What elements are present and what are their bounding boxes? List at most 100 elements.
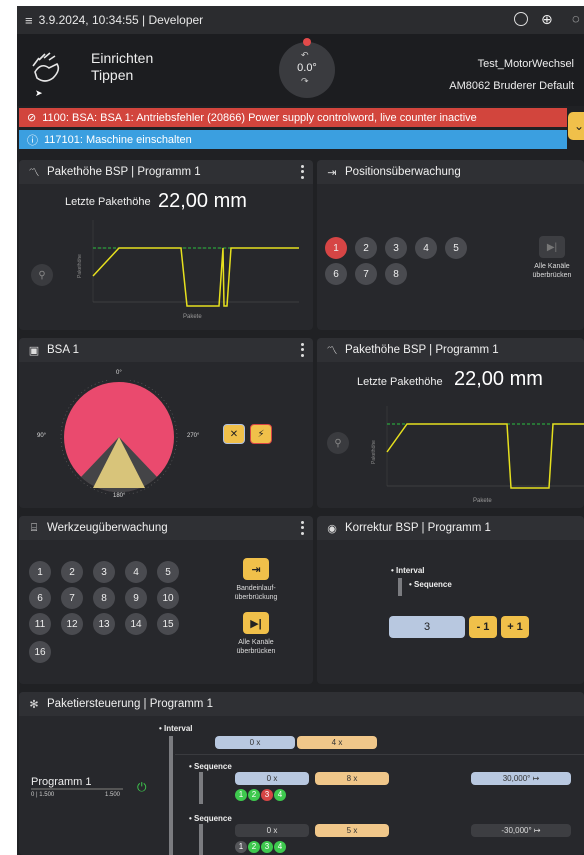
step-4[interactable]: 4 bbox=[274, 841, 286, 853]
sequence-bar bbox=[398, 578, 402, 596]
chart-icon: 〽 bbox=[326, 345, 338, 357]
power-toggle-icon[interactable]: ⏻ bbox=[137, 780, 147, 795]
value: 22,00 mm bbox=[454, 368, 543, 390]
step-4[interactable]: 4 bbox=[274, 789, 286, 801]
info-icon: ⓘ bbox=[27, 134, 38, 147]
channel-4[interactable]: 4 bbox=[125, 561, 147, 583]
step-1[interactable]: 1 bbox=[235, 789, 247, 801]
minus-button[interactable]: - 1 bbox=[469, 616, 497, 638]
band-bypass-button[interactable]: ⇥ bbox=[243, 558, 269, 580]
step-2[interactable]: 2 bbox=[248, 789, 260, 801]
angle-right: 270° bbox=[187, 433, 200, 439]
channel-5[interactable]: 5 bbox=[445, 237, 467, 259]
card-title: Pakethöhe BSP | Programm 1 bbox=[47, 166, 201, 178]
interval-b[interactable]: 4 x bbox=[297, 736, 377, 749]
zoom-icon[interactable]: ⚲ bbox=[31, 264, 53, 286]
gear-icon: ✻ bbox=[29, 698, 39, 711]
channel-1[interactable]: 1 bbox=[325, 237, 347, 259]
globe-icon[interactable]: ⊕ bbox=[541, 11, 553, 28]
channel-7[interactable]: 7 bbox=[355, 263, 377, 285]
program-slider[interactable] bbox=[31, 788, 123, 790]
sequence2-bar bbox=[199, 824, 203, 855]
channel-1[interactable]: 1 bbox=[29, 561, 51, 583]
bypass-all-button[interactable]: ▶| bbox=[243, 612, 269, 634]
mode-line1: Einrichten bbox=[91, 50, 154, 66]
bypass-button[interactable]: ▶| bbox=[539, 236, 565, 258]
alerts-expand-button[interactable]: ⌄ bbox=[568, 112, 584, 140]
app-screen: ≡ 3.9.2024, 10:34:55 | Developer ⊕ ◌ Ein… bbox=[17, 6, 584, 855]
channel-8[interactable]: 8 bbox=[93, 587, 115, 609]
card-werkzeug: ⌸ Werkzeugüberwachung 1 2 3 4 5 6 7 8 9 … bbox=[19, 516, 313, 684]
interval-a[interactable]: 0 x bbox=[215, 736, 295, 749]
channel-9[interactable]: 9 bbox=[125, 587, 147, 609]
mode-line2: Tippen bbox=[91, 67, 134, 83]
channel-7[interactable]: 7 bbox=[61, 587, 83, 609]
top-bar: ≡ 3.9.2024, 10:34:55 | Developer ⊕ ◌ bbox=[17, 6, 584, 34]
channel-11[interactable]: 11 bbox=[29, 613, 51, 635]
sequence1-steps: 1 2 3 4 bbox=[235, 789, 287, 801]
y-axis-label: Pakethöhe bbox=[77, 254, 83, 278]
plus-button[interactable]: + 1 bbox=[501, 616, 529, 638]
more-icon[interactable] bbox=[297, 164, 307, 180]
bypass-all-label: Alle Kanäle überbrücken bbox=[236, 639, 276, 655]
more-icon[interactable] bbox=[297, 342, 307, 358]
channel-14[interactable]: 14 bbox=[125, 613, 147, 635]
channel-6[interactable]: 6 bbox=[29, 587, 51, 609]
card-title: Werkzeugüberwachung bbox=[47, 522, 168, 534]
x-axis-label: Pakete bbox=[183, 314, 202, 320]
angle-dial[interactable]: ↶ 0.0° ↷ bbox=[279, 38, 335, 98]
alert-error[interactable]: ⊘ 1100: BSA: BSA 1: Antriebsfehler (2086… bbox=[19, 108, 567, 127]
power-icon[interactable]: ◌ bbox=[572, 11, 580, 26]
bsa-icon: ▣ bbox=[28, 344, 40, 357]
step-3[interactable]: 3 bbox=[261, 841, 273, 853]
channel-2[interactable]: 2 bbox=[355, 237, 377, 259]
zoom-icon[interactable]: ⚲ bbox=[327, 432, 349, 454]
channel-4[interactable]: 4 bbox=[415, 237, 437, 259]
sequence2-angle[interactable]: -30,000° ↦ bbox=[471, 824, 571, 837]
more-icon[interactable] bbox=[297, 520, 307, 536]
line-chart bbox=[92, 220, 299, 307]
band-bypass-label: Bandeinlauf-überbrückung bbox=[234, 585, 278, 601]
step-1[interactable]: 1 bbox=[235, 841, 247, 853]
sequence2-a[interactable]: 0 x bbox=[235, 824, 309, 837]
channel-10[interactable]: 10 bbox=[157, 587, 179, 609]
channel-16[interactable]: 16 bbox=[29, 641, 51, 663]
user-icon[interactable] bbox=[514, 12, 528, 26]
machine-name: Test_MotorWechsel bbox=[477, 58, 574, 70]
correction-value[interactable]: 3 bbox=[389, 616, 465, 638]
sequence2-b[interactable]: 5 x bbox=[315, 824, 389, 837]
program-max: 1.500 bbox=[105, 792, 121, 798]
channel-6[interactable]: 6 bbox=[325, 263, 347, 285]
hand-icon[interactable] bbox=[27, 52, 69, 88]
angle-value: 0.0° bbox=[297, 62, 317, 74]
channel-3[interactable]: 3 bbox=[385, 237, 407, 259]
value-label: Letzte Pakethöhe bbox=[357, 376, 443, 388]
dial-indicator bbox=[303, 38, 311, 46]
sequence1-a[interactable]: 0 x bbox=[235, 772, 309, 785]
step-3[interactable]: 3 bbox=[261, 789, 273, 801]
interval-bar bbox=[169, 736, 173, 855]
line-chart bbox=[386, 406, 584, 489]
card-header: ⌸ Werkzeugüberwachung bbox=[19, 516, 313, 540]
channel-5[interactable]: 5 bbox=[157, 561, 179, 583]
program-min: 0 | 1.500 bbox=[31, 792, 55, 798]
value: 22,00 mm bbox=[158, 190, 247, 212]
value-label: Letzte Pakethöhe bbox=[65, 196, 151, 208]
sequence1-b[interactable]: 8 x bbox=[315, 772, 389, 785]
card-header: ⇥ Positionsüberwachung bbox=[317, 160, 584, 184]
menu-icon[interactable]: ≡ bbox=[25, 13, 33, 28]
divider bbox=[175, 754, 584, 755]
bypass-toggle-a[interactable]: ✕ bbox=[223, 424, 245, 444]
channel-3[interactable]: 3 bbox=[93, 561, 115, 583]
channel-2[interactable]: 2 bbox=[61, 561, 83, 583]
channel-8[interactable]: 8 bbox=[385, 263, 407, 285]
sequence1-angle[interactable]: 30,000° ↦ bbox=[471, 772, 571, 785]
alert-info[interactable]: ⓘ 117101: Maschine einschalten bbox=[19, 130, 567, 149]
channel-15[interactable]: 15 bbox=[157, 613, 179, 635]
channel-12[interactable]: 12 bbox=[61, 613, 83, 635]
bypass-toggle-b[interactable]: ⚡ bbox=[250, 424, 272, 444]
step-2[interactable]: 2 bbox=[248, 841, 260, 853]
card-header: 〽 Pakethöhe BSP | Programm 1 bbox=[19, 160, 313, 184]
card-title: Positionsüberwachung bbox=[345, 166, 461, 178]
channel-13[interactable]: 13 bbox=[93, 613, 115, 635]
